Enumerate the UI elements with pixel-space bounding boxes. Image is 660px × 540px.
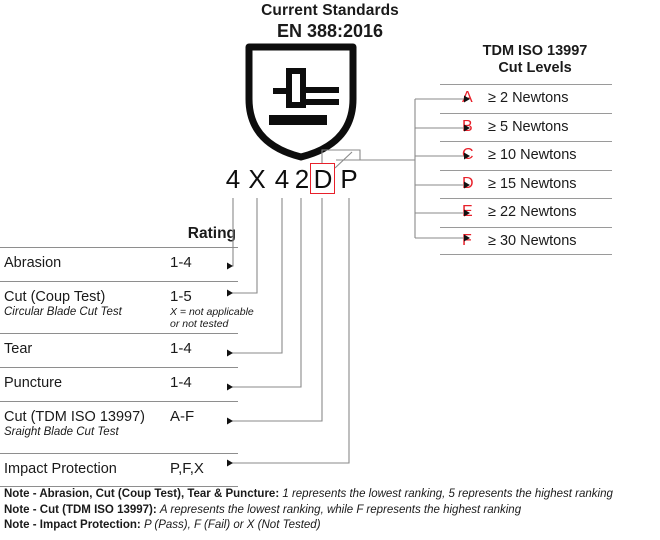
mechanical-hazard-shield-glove-icon [241,43,361,161]
note-text: P (Pass), F (Fail) or X (Not Tested) [143,519,321,531]
page-title-current-standards: Current Standards [261,2,399,19]
cut-level-letter: A [462,89,473,106]
rating-row-subtitle: Sraight Blade Cut Test [4,426,119,438]
rating-row-label: Cut (Coup Test) [4,289,106,305]
rating-row-note: X = not applicable or not tested [170,306,254,330]
cut-levels-table: A ≥ 2 Newtons B ≥ 5 Newtons C ≥ 10 Newtons D ≥ … [440,84,612,255]
rating-row-label: Abrasion [4,255,62,271]
rating-row-subtitle: Circular Blade Cut Test [4,306,122,318]
rating-row-value: 1-4 [170,374,192,391]
cut-level-row: B ≥ 5 Newtons [440,112,612,142]
note-label: Note - Cut (TDM ISO 13997): [4,503,157,516]
cut-levels-header-line1: TDM ISO 13997 [482,43,588,59]
cut-level-letter: E [462,203,473,220]
rating-row: Abrasion 1-4 [0,247,238,281]
cut-level-force: ≥ 10 Newtons [488,147,577,163]
rating-row-value: 1-4 [170,340,192,357]
code-char-cut-coup: X [248,164,266,194]
note-line: Note - Impact Protection: P (Pass), F (F… [4,518,656,534]
cut-level-letter: B [462,117,473,135]
cut-level-letter: D [462,174,474,192]
rating-column-header: Rating [187,225,236,242]
rating-row-value: A-F [170,408,195,425]
rating-row-label: Puncture [4,375,63,391]
rating-row-value: 1-4 [170,254,192,271]
rating-row: Cut (Coup Test) Circular Blade Cut Test 1-… [0,281,254,333]
cut-level-row: C ≥ 10 Newtons [440,141,612,170]
cut-level-row: D ≥ 15 Newtons [440,169,612,199]
code-highlight-box [310,163,335,194]
note-label: Note - Impact Protection: [4,519,141,531]
cut-level-force: ≥ 15 Newtons [488,175,577,192]
rating-row: Puncture 1-4 [0,367,238,401]
code-char-impact: P [340,164,358,194]
rating-row-value: P,F,X [170,460,204,477]
cut-level-force: ≥ 22 Newtons [488,204,577,220]
rating-row-label: Tear [4,341,33,357]
note-line: Note - Cut (TDM ISO 13997): A represents… [4,503,656,519]
rating-row-value: 1-5 [170,288,192,305]
rating-row: Impact Protection P,F,X [0,453,238,487]
rating-row: Tear 1-4 [0,333,238,367]
cut-level-force: ≥ 2 Newtons [488,90,569,106]
rating-table: Abrasion 1-4 Cut (Coup Test) Circular Blade… [0,247,254,487]
cut-level-force: ≥ 5 Newtons [488,118,569,135]
note-line: Note - Abrasion, Cut (Coup Test), Tear &… [4,487,656,503]
cut-levels-header: TDM ISO 13997 Cut Levels [430,43,640,77]
note-label: Note - Abrasion, Cut (Coup Test), Tear &… [4,488,280,500]
rating-row-label: Cut (TDM ISO 13997) [4,409,146,425]
page-title-en-standard: EN 388:2016 [276,21,384,41]
cut-level-letter: F [462,231,472,249]
cut-level-row: A ≥ 2 Newtons [440,84,612,113]
en388-glove-rating-diagram: Current Standards EN 388:2016 4 X 4 2 D … [0,0,660,540]
code-char-abrasion: 4 [225,164,241,194]
note-text: A represents the lowest ranking, while F… [159,503,522,516]
note-text: 1 represents the lowest ranking, 5 repre… [282,488,613,500]
notes-block: Note - Abrasion, Cut (Coup Test), Tear &… [4,487,656,534]
rating-row: Cut (TDM ISO 13997) Sraight Blade Cut Tes… [0,401,238,453]
cut-level-letter: C [462,146,474,163]
cut-level-row: F ≥ 30 Newtons [440,226,612,255]
cut-level-force: ≥ 30 Newtons [488,232,577,249]
cut-levels-header-line2: Cut Levels [498,60,572,76]
rating-row-label: Impact Protection [4,461,117,477]
cut-level-row: E ≥ 22 Newtons [440,198,612,227]
